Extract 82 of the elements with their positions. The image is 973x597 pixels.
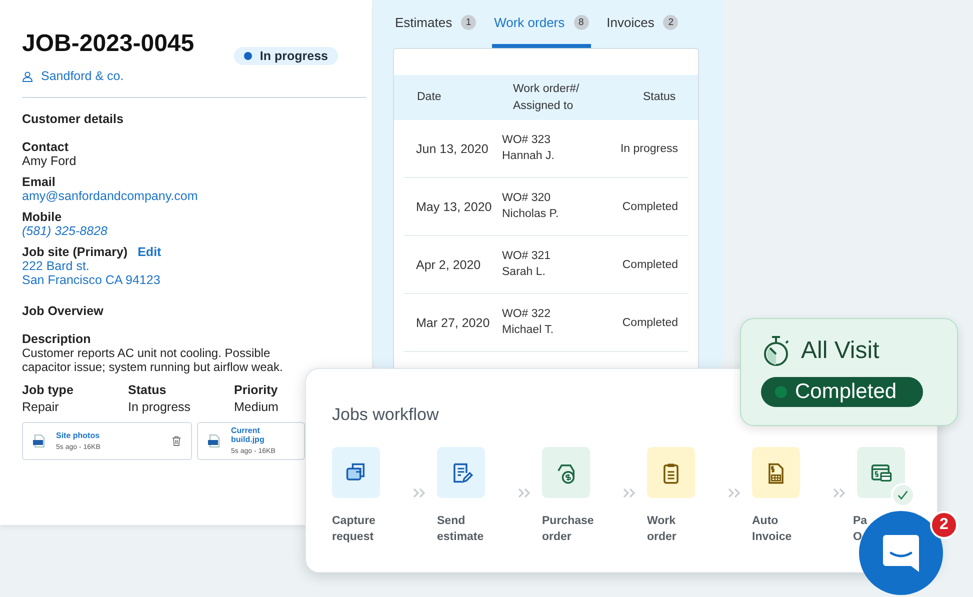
field-label: Contact: [22, 140, 69, 154]
tab[interactable]: Invoices 2: [604, 0, 680, 48]
edit-link[interactable]: Edit: [138, 245, 162, 259]
field-value: Medium: [234, 400, 280, 414]
step-tile[interactable]: [752, 447, 800, 498]
person-icon: [22, 70, 33, 82]
status-cell-text: Completed: [621, 316, 678, 328]
work-order-number: WO# 321: [502, 248, 552, 264]
description-text: Customer reports AC unit not cooling. Possible capacitor issue; system running but airflow weak.: [22, 346, 284, 375]
assignee-name: Hannah J.: [502, 148, 556, 164]
chevron-icon: [832, 488, 846, 498]
date-cell-text: Apr 2, 2020: [416, 258, 482, 272]
date-cell-text: Jun 13, 2020: [416, 142, 490, 156]
status-cell-text: In progress: [619, 142, 678, 154]
field-label: Mobile: [22, 210, 62, 224]
status-badge: Completed: [761, 377, 923, 407]
field-value: Repair: [22, 400, 60, 414]
step-label: Invoice: [752, 530, 792, 545]
chevron-icon: [622, 488, 636, 498]
column-header: Work order#/ Assigned to: [513, 82, 580, 114]
address-line[interactable]: 222 Bard st.: [22, 259, 90, 273]
chat-bubble-icon: [882, 533, 920, 573]
section-heading: Job Overview: [22, 304, 104, 318]
status-cell-text: Completed: [621, 200, 678, 212]
step-label: estimate: [437, 530, 484, 545]
file-name[interactable]: Current build.jpg: [231, 426, 294, 444]
step-label: Pa: [853, 514, 868, 529]
step-label: Send: [437, 514, 466, 529]
step-label: request: [332, 530, 375, 545]
count-badge: 8: [574, 14, 589, 30]
chevron-icon: [728, 488, 742, 498]
step-label: Auto: [752, 514, 780, 529]
step-label: Purchase: [542, 514, 594, 529]
chevron-icon: [518, 488, 532, 498]
step-label: order: [647, 530, 676, 545]
column-header: Date: [417, 90, 442, 106]
email-link[interactable]: amy@sanfordandcompany.com: [22, 189, 198, 203]
work-order-number: WO# 322: [502, 306, 552, 322]
step-tile[interactable]: [437, 447, 485, 498]
card-title: Jobs workflow: [332, 405, 440, 425]
assignee-name: Michael T.: [502, 322, 555, 338]
step-tile[interactable]: [332, 447, 380, 498]
field-label: Job type: [22, 382, 74, 397]
assignee-name: Nicholas P.: [502, 206, 560, 222]
field-label: Email: [22, 175, 56, 189]
field-label: Job site (Primary): [22, 245, 128, 259]
chevron-icon: [412, 488, 426, 498]
image-file-icon: [208, 434, 221, 448]
assignee-name: Sarah L.: [502, 264, 546, 280]
tab[interactable]: Estimates 1: [393, 0, 478, 48]
address-line[interactable]: San Francisco CA 94123: [22, 273, 160, 287]
status-cell-text: Completed: [621, 258, 678, 270]
step-label: Work: [647, 514, 676, 529]
field-label: Status: [128, 382, 168, 397]
count-badge: 1: [461, 14, 476, 30]
field-label: Priority: [234, 382, 279, 397]
customer-link[interactable]: Sandford & co.: [41, 69, 124, 83]
field-label: Description: [22, 332, 92, 346]
date-cell-text: May 13, 2020: [416, 200, 493, 214]
section-heading: Customer details: [22, 112, 124, 126]
field-value: In progress: [128, 400, 192, 414]
trash-icon[interactable]: [172, 436, 181, 446]
file-name[interactable]: Site photos: [56, 430, 100, 440]
status-badge: In progress: [234, 47, 338, 65]
image-file-icon: [33, 434, 46, 448]
stopwatch-icon: [761, 335, 791, 367]
field-value: Amy Ford: [22, 154, 76, 168]
work-order-number: WO# 323: [502, 132, 552, 148]
step-label: Capture: [332, 514, 376, 529]
job-number: JOB-2023-0045: [22, 30, 194, 58]
work-order-number: WO# 320: [502, 190, 552, 206]
step-label: order: [542, 530, 572, 545]
step-label: O: [853, 530, 863, 545]
date-cell-text: Mar 27, 2020: [416, 316, 491, 330]
count-badge: 2: [663, 14, 678, 30]
step-tile[interactable]: [647, 447, 695, 498]
step-tile[interactable]: [857, 447, 905, 498]
step-tile[interactable]: [542, 447, 590, 498]
phone-link[interactable]: (581) 325-8828: [22, 224, 108, 238]
column-header: Status: [643, 90, 676, 106]
card-title: All Visit: [801, 337, 880, 365]
unread-count-badge: 2: [930, 511, 958, 539]
